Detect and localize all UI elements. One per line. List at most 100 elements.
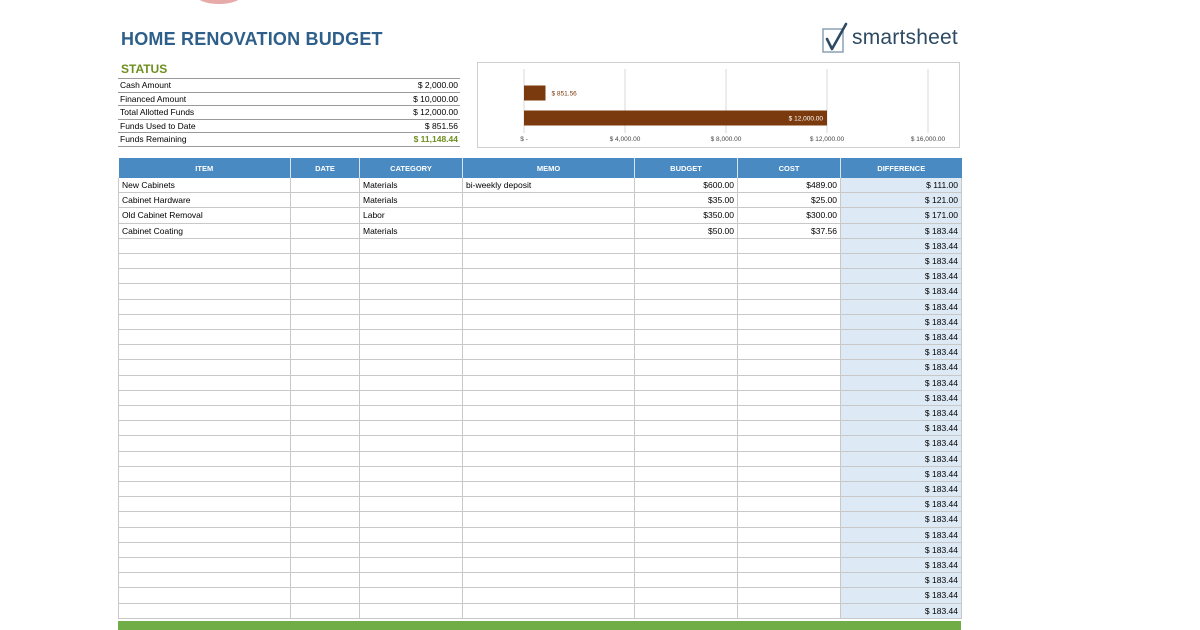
- cell-category[interactable]: [359, 253, 463, 270]
- status-value[interactable]: $ 10,000.00: [329, 92, 460, 106]
- cell-item[interactable]: [118, 527, 291, 543]
- column-header-memo[interactable]: MEMO: [462, 158, 635, 178]
- cell-budget[interactable]: [634, 603, 738, 619]
- cell-date[interactable]: [290, 420, 360, 437]
- cell-category[interactable]: [359, 420, 463, 437]
- cell-memo[interactable]: [462, 299, 635, 315]
- cell-item[interactable]: Cabinet Hardware: [118, 192, 291, 209]
- cell-item[interactable]: [118, 420, 291, 437]
- cell-difference[interactable]: $ 183.44: [840, 405, 962, 422]
- cell-item[interactable]: [118, 405, 291, 422]
- cell-cost[interactable]: [737, 253, 841, 270]
- cell-item[interactable]: [118, 299, 291, 315]
- cell-budget[interactable]: [634, 405, 738, 422]
- cell-category[interactable]: [359, 527, 463, 543]
- cell-difference[interactable]: $ 183.44: [840, 420, 962, 437]
- cell-budget[interactable]: [634, 359, 738, 376]
- cell-item[interactable]: [118, 557, 291, 574]
- cell-date[interactable]: [290, 375, 360, 391]
- cell-category[interactable]: [359, 511, 463, 528]
- cell-cost[interactable]: [737, 238, 841, 255]
- status-value[interactable]: $ 851.56: [329, 119, 460, 133]
- cell-category[interactable]: [359, 314, 463, 331]
- cell-date[interactable]: [290, 481, 360, 498]
- cell-budget[interactable]: [634, 344, 738, 361]
- cell-item[interactable]: [118, 481, 291, 498]
- cell-item[interactable]: [118, 511, 291, 528]
- cell-category[interactable]: [359, 329, 463, 346]
- cell-date[interactable]: [290, 268, 360, 285]
- cell-item[interactable]: [118, 238, 291, 255]
- cell-budget[interactable]: $350.00: [634, 207, 738, 224]
- status-value[interactable]: $ 12,000.00: [329, 105, 460, 120]
- cell-date[interactable]: [290, 329, 360, 346]
- status-value[interactable]: $ 11,148.44: [329, 132, 460, 147]
- cell-date[interactable]: [290, 603, 360, 619]
- cell-memo[interactable]: [462, 481, 635, 498]
- cell-cost[interactable]: [737, 481, 841, 498]
- cell-category[interactable]: [359, 375, 463, 391]
- cell-item[interactable]: [118, 466, 291, 483]
- cell-date[interactable]: [290, 253, 360, 270]
- cell-budget[interactable]: [634, 466, 738, 483]
- cell-cost[interactable]: [737, 314, 841, 331]
- cell-category[interactable]: [359, 283, 463, 300]
- cell-memo[interactable]: [462, 603, 635, 619]
- status-value[interactable]: $ 2,000.00: [329, 78, 460, 93]
- cell-category[interactable]: [359, 572, 463, 589]
- cell-difference[interactable]: $ 183.44: [840, 451, 962, 467]
- cell-item[interactable]: [118, 268, 291, 285]
- cell-cost[interactable]: [737, 375, 841, 391]
- cell-cost[interactable]: $25.00: [737, 192, 841, 209]
- cell-date[interactable]: [290, 344, 360, 361]
- cell-cost[interactable]: [737, 359, 841, 376]
- cell-cost[interactable]: [737, 344, 841, 361]
- cell-cost[interactable]: [737, 587, 841, 604]
- column-header-category[interactable]: CATEGORY: [359, 158, 463, 178]
- cell-item[interactable]: [118, 542, 291, 559]
- cell-budget[interactable]: [634, 283, 738, 300]
- cell-memo[interactable]: [462, 223, 635, 239]
- cell-category[interactable]: [359, 405, 463, 422]
- cell-difference[interactable]: $ 183.44: [840, 375, 962, 391]
- cell-memo[interactable]: [462, 587, 635, 604]
- cell-date[interactable]: [290, 405, 360, 422]
- cell-budget[interactable]: [634, 572, 738, 589]
- column-header-item[interactable]: ITEM: [118, 158, 291, 178]
- cell-item[interactable]: [118, 587, 291, 604]
- cell-date[interactable]: [290, 359, 360, 376]
- cell-budget[interactable]: [634, 268, 738, 285]
- cell-memo[interactable]: [462, 511, 635, 528]
- cell-category[interactable]: [359, 466, 463, 483]
- cell-cost[interactable]: $489.00: [737, 178, 841, 194]
- cell-date[interactable]: [290, 435, 360, 452]
- cell-cost[interactable]: [737, 435, 841, 452]
- cell-cost[interactable]: [737, 451, 841, 467]
- cell-cost[interactable]: [737, 390, 841, 407]
- cell-memo[interactable]: [462, 359, 635, 376]
- cell-difference[interactable]: $ 183.44: [840, 359, 962, 376]
- cell-cost[interactable]: [737, 329, 841, 346]
- cell-memo[interactable]: [462, 557, 635, 574]
- cell-memo[interactable]: [462, 420, 635, 437]
- cell-category[interactable]: [359, 268, 463, 285]
- cell-memo[interactable]: [462, 207, 635, 224]
- cell-category[interactable]: [359, 359, 463, 376]
- cell-date[interactable]: [290, 207, 360, 224]
- cell-budget[interactable]: [634, 329, 738, 346]
- cell-memo[interactable]: [462, 390, 635, 407]
- cell-category[interactable]: [359, 344, 463, 361]
- cell-memo[interactable]: [462, 542, 635, 559]
- cell-date[interactable]: [290, 466, 360, 483]
- cell-difference[interactable]: $ 183.44: [840, 223, 962, 239]
- cell-cost[interactable]: [737, 268, 841, 285]
- cell-difference[interactable]: $ 183.44: [840, 557, 962, 574]
- cell-memo[interactable]: [462, 435, 635, 452]
- cell-difference[interactable]: $ 183.44: [840, 435, 962, 452]
- cell-category[interactable]: Materials: [359, 178, 463, 194]
- cell-memo[interactable]: [462, 329, 635, 346]
- cell-date[interactable]: [290, 572, 360, 589]
- cell-budget[interactable]: $35.00: [634, 192, 738, 209]
- cell-category[interactable]: [359, 435, 463, 452]
- cell-cost[interactable]: [737, 542, 841, 559]
